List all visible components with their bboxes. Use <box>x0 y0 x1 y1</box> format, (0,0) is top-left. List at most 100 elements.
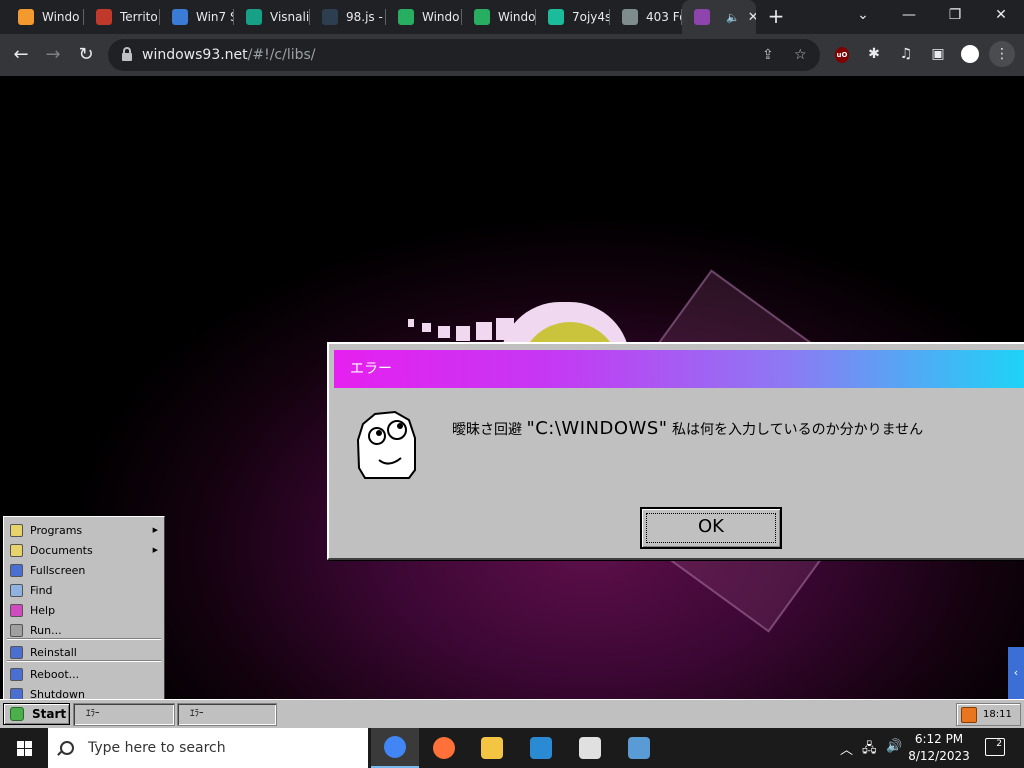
tab-search-button[interactable]: ⌄ <box>840 0 886 34</box>
reboot-icon <box>10 667 23 681</box>
tab-separator <box>385 9 386 25</box>
start-menu-item-label: Find <box>30 583 53 597</box>
tab-title: Windo <box>498 10 536 24</box>
start-menu-item-run[interactable]: Run... <box>6 620 162 640</box>
address-bar[interactable]: windows93.net/#!/c/libs/ ⇪ ☆ <box>108 39 820 71</box>
start-menu-item-programs[interactable]: Programs ▶ <box>6 520 162 540</box>
start-menu-item-fullscreen[interactable]: Fullscreen <box>6 560 162 580</box>
forward-button[interactable]: → <box>40 42 66 68</box>
taskbar-app-microsoft-store[interactable] <box>517 728 565 768</box>
tab-separator <box>159 9 160 25</box>
browser-tab[interactable]: Visnali <box>234 0 310 34</box>
media-control-icon[interactable]: ♫ <box>896 44 916 64</box>
tab-title: Windo <box>422 10 460 24</box>
chrome-menu-icon[interactable]: ⋮ <box>989 41 1015 67</box>
tab-separator <box>609 9 610 25</box>
chrome-icon <box>384 736 406 758</box>
clock-date: 8/12/2023 <box>908 749 970 763</box>
win93-system-tray: 18:11 <box>956 703 1021 726</box>
bookmark-star-icon[interactable]: ☆ <box>794 47 807 63</box>
message-prefix: 曖昧さ回避 <box>452 422 522 438</box>
url-path: /#!/c/libs/ <box>247 47 316 63</box>
browser-tab[interactable]: Windo <box>386 0 462 34</box>
u-favicon <box>246 9 262 25</box>
firefox-icon <box>433 737 455 759</box>
browser-tab[interactable]: 🔈 ✕ <box>682 0 756 34</box>
minimize-button[interactable]: — <box>886 0 932 34</box>
show-hidden-icons-chevron-icon[interactable]: ︿ <box>840 739 853 758</box>
windows-taskbar: Type here to search ︿ 🖧 🔊 6:12 PM 8/12/2… <box>0 728 1024 768</box>
start-menu-item-label: Reinstall <box>30 645 77 659</box>
circles-favicon <box>548 9 564 25</box>
tab-close-icon[interactable]: ✕ <box>748 10 756 25</box>
tab-separator <box>461 9 462 25</box>
close-window-button[interactable]: ✕ <box>978 0 1024 34</box>
start-menu-item-reinstall[interactable]: Reinstall <box>6 642 162 662</box>
file-explorer-icon <box>481 737 503 759</box>
taskbar-clock[interactable]: 6:12 PM 8/12/2023 <box>900 731 978 765</box>
browser-tab[interactable]: Windo <box>6 0 84 34</box>
taskbar-app-calculator[interactable] <box>566 728 614 768</box>
extensions-puzzle-icon[interactable]: ✱ <box>864 44 884 64</box>
browser-tab[interactable]: Win7 S <box>160 0 234 34</box>
tab-title: Win7 S <box>196 10 234 24</box>
reinstall-icon <box>10 645 23 659</box>
ok-button[interactable]: OK <box>640 507 782 549</box>
url-host: windows93.net <box>142 47 248 63</box>
start-menu-item-documents[interactable]: Documents ▶ <box>6 540 162 560</box>
tab-separator <box>233 9 234 25</box>
back-button[interactable]: ← <box>8 42 34 68</box>
dialog-message: 曖昧さ回避 "C:\WINDOWS" 私は何を入力しているのか分かりません <box>452 418 923 439</box>
dialog-title[interactable]: エラー <box>334 350 1024 388</box>
taskbar-app-file-explorer[interactable] <box>468 728 516 768</box>
menu-separator <box>7 660 161 662</box>
taskbar-error-window-2[interactable]: ｴﾗｰ <box>177 703 277 726</box>
error-dialog: エラー 曖昧さ回避 "C:\WINDOWS" 私は何を入力しているのか分かりませ… <box>327 342 1024 560</box>
start-menu-item-find[interactable]: Find <box>6 580 162 600</box>
windows-logo-icon <box>16 740 32 756</box>
network-icon[interactable]: 🖧 <box>862 739 877 761</box>
windows-start-button[interactable] <box>0 728 48 768</box>
taskbar-error-window-1[interactable]: ｴﾗｰ <box>73 703 175 726</box>
taskbar-app-chrome[interactable] <box>371 728 419 768</box>
browser-tab[interactable]: 98.js - <box>310 0 386 34</box>
notification-center-icon[interactable]: 2 <box>985 738 1005 756</box>
restore-button[interactable]: ❐ <box>932 0 978 34</box>
share-icon[interactable]: ⇪ <box>762 47 774 63</box>
start-menu-item-label: Help <box>30 603 56 617</box>
browser-tab[interactable]: 403 Fo <box>610 0 682 34</box>
side-panel-icon[interactable]: ▣ <box>928 44 948 64</box>
browser-tab-strip: 🔈✕403 Fo7ojy4sWindoWindo98.js -VisnaliWi… <box>0 0 1024 34</box>
windows-favicon <box>172 9 188 25</box>
documents-icon <box>10 543 23 557</box>
submenu-arrow-icon: ▶ <box>152 526 158 534</box>
page-favicon <box>18 9 34 25</box>
new-tab-button[interactable]: + <box>764 6 788 28</box>
start-menu-item-label: Fullscreen <box>30 563 86 577</box>
win93-start-button[interactable]: Start <box>3 703 70 725</box>
submenu-arrow-icon: ▶ <box>152 546 158 554</box>
taskbar-app-remote-desktop[interactable] <box>615 728 663 768</box>
start-menu-item-reboot[interactable]: Reboot... <box>6 664 162 684</box>
tab-title: Windo <box>42 10 80 24</box>
tab-separator <box>83 9 84 25</box>
tab-title: 7ojy4s <box>572 10 610 24</box>
taskbar-search-box[interactable]: Type here to search <box>48 728 368 768</box>
lock-icon[interactable] <box>122 47 132 61</box>
tab-audio-icon[interactable]: 🔈 <box>726 11 740 24</box>
profile-avatar-icon[interactable] <box>961 45 979 63</box>
browser-tab[interactable]: Territo <box>84 0 160 34</box>
browser-tab[interactable]: Windo <box>462 0 536 34</box>
start-menu-item-help[interactable]: Help <box>6 600 162 620</box>
remote-desktop-icon <box>628 737 650 759</box>
browser-tab[interactable]: 7ojy4s <box>536 0 610 34</box>
side-collapse-tab[interactable]: ‹ <box>1008 647 1024 699</box>
ublock-origin-icon[interactable]: uO <box>835 47 849 63</box>
taskbar-app-firefox[interactable] <box>420 728 468 768</box>
start-menu-item-label: Documents <box>30 543 93 557</box>
rss-icon[interactable] <box>961 706 977 723</box>
tab-title: Territo <box>120 10 158 24</box>
tab-separator <box>681 9 682 25</box>
reload-button[interactable]: ↻ <box>73 42 99 68</box>
logo-block <box>476 322 492 340</box>
